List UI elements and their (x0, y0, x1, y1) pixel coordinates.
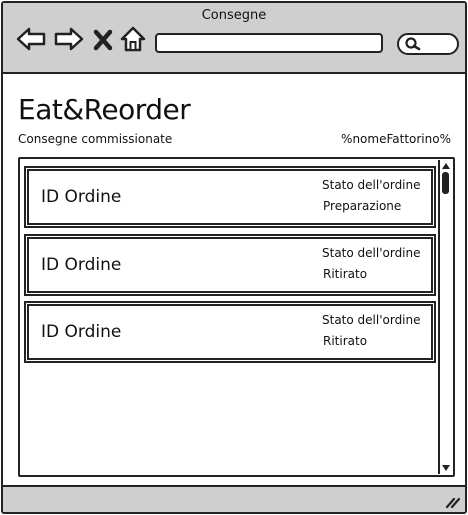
arrow-right-icon (54, 27, 84, 51)
order-status-value: Ritirato (323, 267, 368, 281)
browser-toolbar: Consegne (3, 3, 465, 74)
back-button[interactable] (15, 23, 47, 55)
search-input[interactable] (397, 33, 459, 55)
order-status-label: Stato dell'ordine (322, 178, 421, 192)
order-status-value: Ritirato (323, 334, 368, 348)
order-id-label: ID Ordine (41, 255, 122, 275)
close-icon (93, 29, 113, 51)
status-bar (3, 485, 465, 512)
resize-grip-icon[interactable] (444, 493, 460, 509)
order-status-label: Stato dell'ordine (322, 313, 421, 327)
stop-button[interactable] (91, 23, 115, 55)
home-icon (120, 26, 146, 52)
home-button[interactable] (119, 23, 147, 55)
arrow-left-icon (16, 27, 46, 51)
scroll-thumb[interactable] (442, 172, 449, 194)
order-status-value: Preparazione (323, 199, 402, 213)
courier-name: %nomeFattorino% (341, 132, 451, 146)
app-title: Eat&Reorder (18, 93, 191, 126)
page-subtitle: Consegne commissionate (18, 132, 173, 146)
order-item[interactable]: ID Ordine Stato dell'ordine Ritirato (27, 304, 433, 360)
orders-list: ID Ordine Stato dell'ordine Preparazione… (18, 157, 455, 477)
browser-window: Consegne Eat&Reorder Consegne commission… (1, 1, 467, 514)
scroll-up-icon[interactable] (441, 162, 451, 170)
vertical-scrollbar[interactable] (438, 160, 452, 474)
url-input[interactable] (155, 33, 383, 53)
order-id-label: ID Ordine (41, 322, 122, 342)
window-title: Consegne (201, 8, 267, 23)
order-item[interactable]: ID Ordine Stato dell'ordine Ritirato (27, 237, 433, 293)
forward-button[interactable] (53, 23, 85, 55)
scroll-down-icon[interactable] (441, 464, 451, 472)
search-icon (405, 37, 421, 51)
order-id-label: ID Ordine (41, 187, 122, 207)
order-item[interactable]: ID Ordine Stato dell'ordine Preparazione (27, 169, 433, 225)
order-status-label: Stato dell'ordine (322, 246, 421, 260)
